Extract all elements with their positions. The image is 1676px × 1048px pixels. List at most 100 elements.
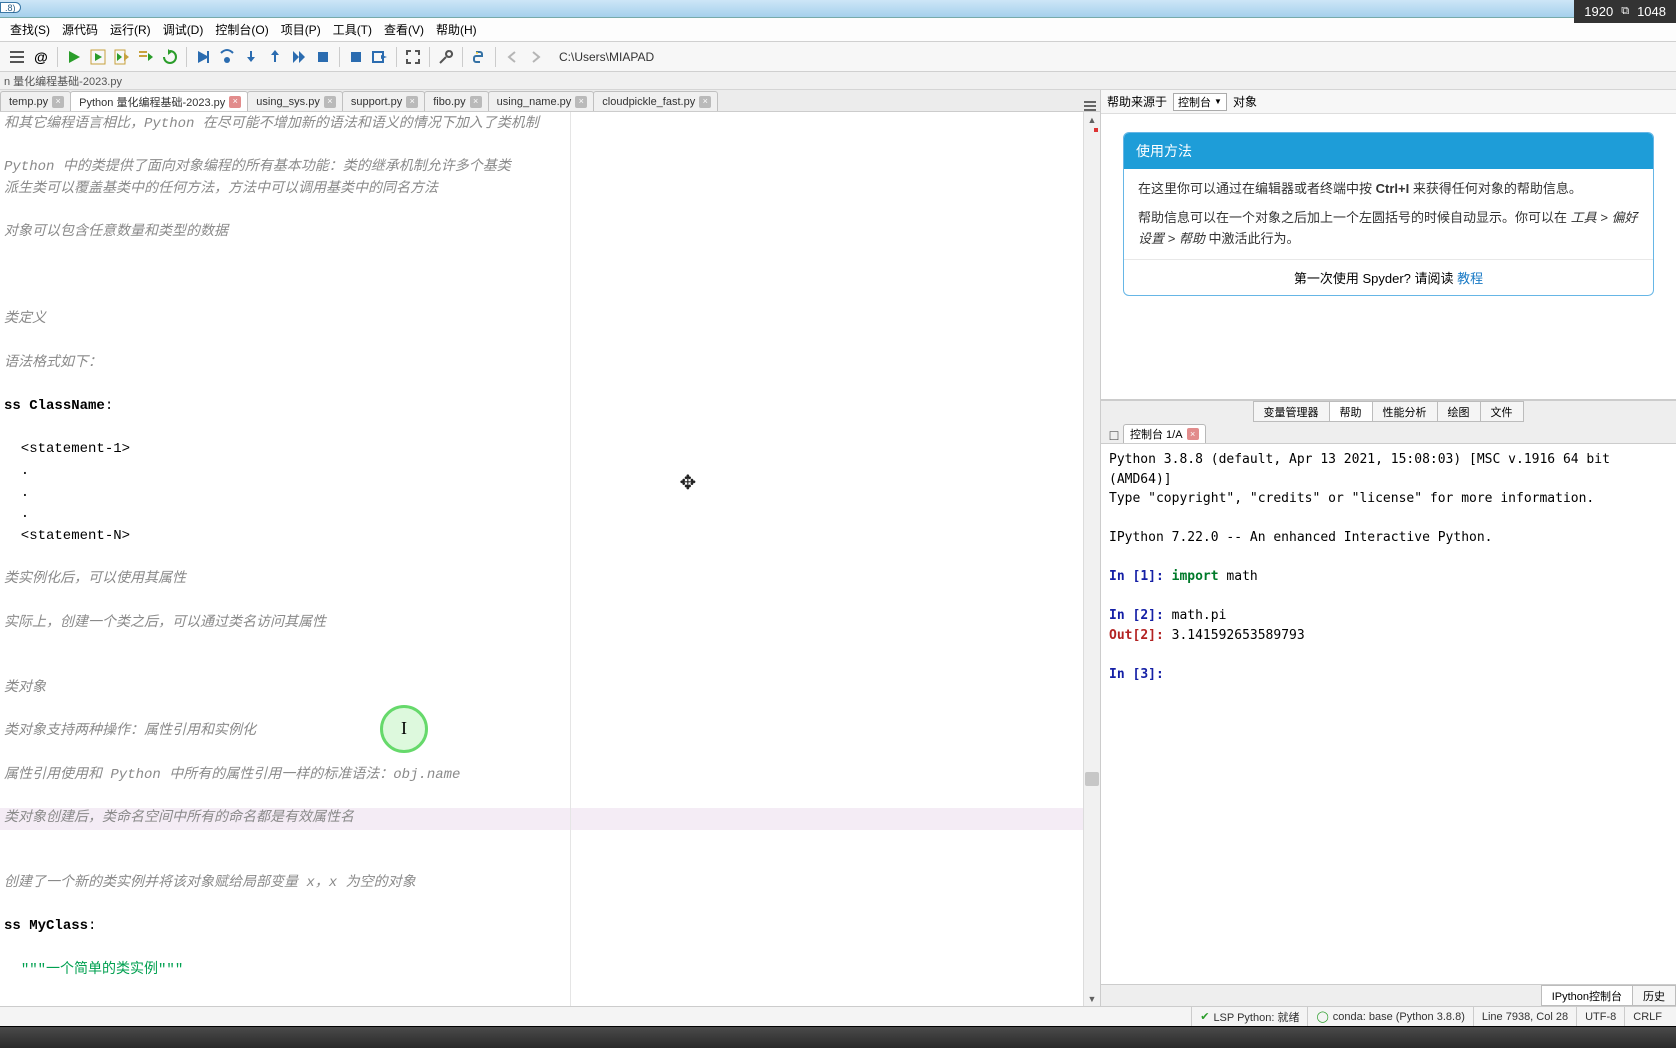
code-line: 类对象 [0,678,1096,700]
code-line [0,201,1096,223]
code-line: 语法格式如下： [0,353,1096,375]
code-line [0,244,1096,266]
usage-body: 在这里你可以通过在编辑器或者终端中按 Ctrl+I 来获得任何对象的帮助信息。 … [1124,169,1653,259]
step-button[interactable] [216,46,238,68]
close-icon[interactable]: × [324,96,336,108]
code-line: 和其它编程语言相比，Python 在尽可能不增加新的语法和语义的情况下加入了类机… [0,114,1096,136]
close-icon[interactable]: × [470,96,482,108]
tutorial-link[interactable]: 教程 [1457,271,1483,286]
run-selection-button[interactable] [135,46,157,68]
code-line [0,656,1096,678]
titlebar-version-fragment: .8) [0,2,21,13]
python-path-button[interactable] [468,46,490,68]
forward-button[interactable] [525,46,547,68]
tab-support[interactable]: support.py× [342,91,425,111]
code-line: """一个简单的类实例""" [0,960,1096,982]
close-icon[interactable]: × [1187,428,1199,440]
close-icon[interactable]: × [699,96,711,108]
code-line: <statement-1> [0,439,1096,461]
close-icon[interactable]: × [406,96,418,108]
menu-view[interactable]: 查看(V) [378,19,430,40]
editor-pane: temp.py× Python 量化编程基础-2023.py× using_sy… [0,90,1100,1006]
tab-plots[interactable]: 绘图 [1437,401,1481,422]
status-eol: CRLF [1624,1007,1670,1026]
tab-fibo[interactable]: fibo.py× [424,91,488,111]
code-line [0,786,1096,808]
code-line [0,418,1096,440]
code-editor[interactable]: 和其它编程语言相比，Python 在尽可能不增加新的语法和语义的情况下加入了类机… [0,112,1100,1006]
status-encoding: UTF-8 [1576,1007,1624,1026]
stop-button[interactable] [345,46,367,68]
scrollbar-marker [1094,128,1098,132]
console-pane-icon[interactable]: ☐ [1105,429,1123,443]
menu-tools[interactable]: 工具(T) [327,19,378,40]
tab-temp[interactable]: temp.py× [0,91,71,111]
outline-button[interactable] [6,46,28,68]
stop-debug-button[interactable] [312,46,334,68]
step-out-button[interactable] [264,46,286,68]
console-pane: ☐ 控制台 1/A× Python 3.8.8 (default, Apr 13… [1101,422,1676,1006]
console-tabs: ☐ 控制台 1/A× [1101,422,1676,444]
tab-using-sys[interactable]: using_sys.py× [247,91,343,111]
menu-find[interactable]: 查找(S) [4,19,56,40]
menu-run[interactable]: 运行(R) [104,19,157,40]
maximize-pane-button[interactable] [402,46,424,68]
statusbar: ✔LSP Python: 就绪 ◯conda: base (Python 3.8… [0,1006,1676,1026]
status-lsp[interactable]: ✔LSP Python: 就绪 [1191,1007,1307,1026]
code-line: 类对象创建后，类命名空间中所有的命名都是有效属性名 [0,808,1096,830]
tab-history[interactable]: 历史 [1632,985,1676,1006]
console-output[interactable]: Python 3.8.8 (default, Apr 13 2021, 15:0… [1101,444,1676,984]
tab-profiler[interactable]: 性能分析 [1372,401,1438,422]
code-line [0,331,1096,353]
rerun-button[interactable] [159,46,181,68]
exit-debug-button[interactable] [369,46,391,68]
menu-source[interactable]: 源代码 [56,19,104,40]
code-line: . [0,461,1096,483]
usage-title: 使用方法 [1124,133,1653,169]
scroll-down-icon[interactable]: ▼ [1084,991,1100,1006]
code-line [0,895,1096,917]
menu-project[interactable]: 项目(P) [275,19,327,40]
console-bottom-tabs: IPython控制台 历史 [1101,984,1676,1006]
editor-scrollbar[interactable]: ▲ ▼ [1083,112,1100,1006]
tabs-menu-icon[interactable] [1080,101,1100,111]
at-button[interactable]: @ [30,46,52,68]
code-line [0,830,1096,852]
link-icon: ⧉ [1621,5,1629,18]
tab-ipython-console[interactable]: IPython控制台 [1541,985,1633,1006]
scrollbar-thumb[interactable] [1085,772,1099,786]
tab-help[interactable]: 帮助 [1329,401,1373,422]
step-in-button[interactable] [240,46,262,68]
console-line: In [1]: import import mathmath [1109,567,1668,587]
debug-button[interactable] [192,46,214,68]
help-source-combo[interactable]: 控制台 ▼ [1173,93,1227,111]
os-taskbar[interactable] [0,1026,1676,1048]
menu-help[interactable]: 帮助(H) [430,19,483,40]
tab-using-name[interactable]: using_name.py× [488,91,595,111]
main-toolbar: @ C:\Users\MIAPAD [0,42,1676,72]
tab-cloudpickle[interactable]: cloudpickle_fast.py× [593,91,718,111]
tab-main[interactable]: Python 量化编程基础-2023.py× [70,91,248,111]
run-cell-advance-button[interactable] [111,46,133,68]
menu-console[interactable]: 控制台(O) [209,19,274,40]
back-button[interactable] [501,46,523,68]
help-object-label: 对象 [1233,93,1257,110]
console-prompt[interactable]: In [3]: [1109,665,1668,685]
status-conda[interactable]: ◯conda: base (Python 3.8.8) [1307,1007,1472,1026]
run-cell-button[interactable] [87,46,109,68]
scroll-up-icon[interactable]: ▲ [1084,112,1100,127]
window-titlebar: .8) [0,0,1676,18]
close-icon[interactable]: × [52,96,64,108]
tab-files[interactable]: 文件 [1480,401,1524,422]
menubar[interactable]: 查找(S) 源代码 运行(R) 调试(D) 控制台(O) 项目(P) 工具(T)… [0,18,1676,42]
run-button[interactable] [63,46,85,68]
preferences-button[interactable] [435,46,457,68]
console-tab-1a[interactable]: 控制台 1/A× [1123,424,1206,443]
menu-debug[interactable]: 调试(D) [157,19,210,40]
close-icon[interactable]: × [229,96,241,108]
continue-button[interactable] [288,46,310,68]
close-icon[interactable]: × [575,96,587,108]
tab-variable-explorer[interactable]: 变量管理器 [1253,401,1330,422]
code-line: 实际上，创建一个类之后，可以通过类名访问其属性 [0,613,1096,635]
code-line [0,136,1096,158]
